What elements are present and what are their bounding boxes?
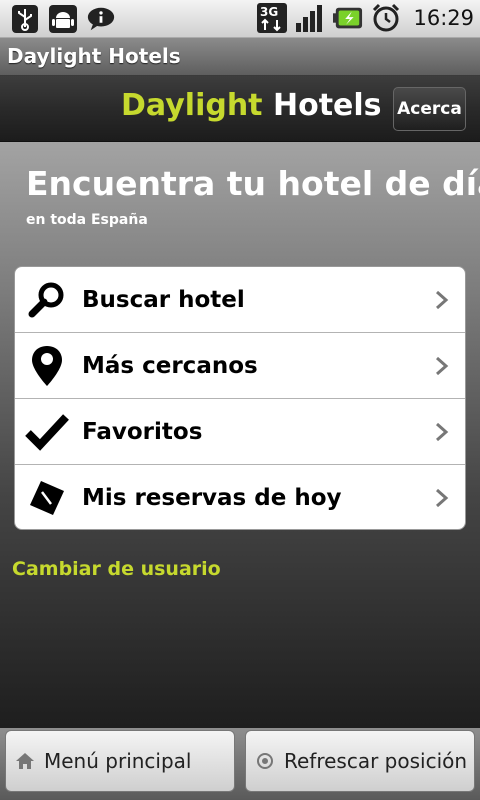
checkmark-icon [15,399,79,465]
menu-item-mis-reservas[interactable]: Mis reservas de hoy [15,465,465,529]
brand-logo: Daylight Hotels [121,88,382,123]
about-button[interactable]: Acerca [393,87,466,131]
alarm-icon [371,3,401,33]
home-icon [6,752,44,770]
refresh-position-button-label: Refrescar posición [284,749,468,773]
bottom-action-bar: Menú principal Refrescar posición [0,728,480,800]
reservation-ticket-icon [15,465,79,529]
chevron-right-icon [436,290,449,310]
page-subtitle: en toda España [26,212,148,228]
app-title-bar: Daylight Hotels [0,38,480,76]
main-menu-button-label: Menú principal [44,749,192,773]
svg-text:3G: 3G [260,5,278,19]
menu-item-label: Favoritos [82,418,203,445]
menu-item-mas-cercanos[interactable]: Más cercanos [15,333,465,399]
chevron-right-icon [436,422,449,442]
refresh-position-button[interactable]: Refrescar posición [245,730,475,792]
brand-daylight: Daylight [121,88,263,123]
notification-icons [10,4,116,34]
info-icon [86,4,116,34]
usb-icon [10,4,40,34]
chevron-right-icon [436,488,449,508]
android-debug-icon [48,4,78,34]
page-title: Encuentra tu hotel de día [26,164,480,203]
status-bar: 3G 16:29 [0,0,480,38]
battery-icon [333,3,363,33]
location-pin-icon [15,333,79,399]
main-menu-button[interactable]: Menú principal [5,730,235,792]
menu-item-favoritos[interactable]: Favoritos [15,399,465,465]
menu-item-label: Más cercanos [82,352,258,379]
clock-time: 16:29 [413,6,474,30]
chevron-right-icon [436,356,449,376]
main-content: Encuentra tu hotel de día en toda España… [0,142,480,728]
3g-data-icon: 3G [257,3,288,33]
brand-hotels: Hotels [272,88,382,123]
signal-icon [295,3,325,33]
location-target-icon [246,752,284,770]
main-menu: Buscar hotel Más cercanos Favoritos Mis … [14,266,466,530]
menu-item-label: Buscar hotel [82,286,245,313]
change-user-link[interactable]: Cambiar de usuario [12,558,221,580]
menu-item-buscar-hotel[interactable]: Buscar hotel [15,267,465,333]
window-title: Daylight Hotels [7,44,181,68]
system-icons: 3G 16:29 [257,3,474,33]
magnifier-icon [15,267,79,333]
menu-item-label: Mis reservas de hoy [82,485,342,511]
